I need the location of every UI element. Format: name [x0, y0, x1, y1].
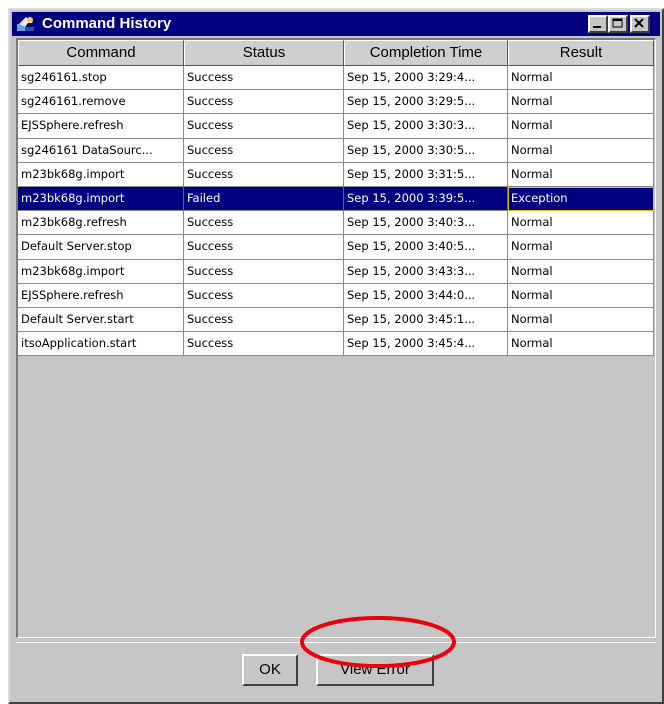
cell-completion-time: Sep 15, 2000 3:40:5... [344, 235, 508, 260]
cell-completion-time: Sep 15, 2000 3:40:3... [344, 211, 508, 236]
cell-command: itsoApplication.start [18, 332, 184, 357]
cell-status: Success [184, 307, 344, 333]
cell-command: sg246161 DataSourc... [18, 138, 184, 163]
cell-completion-time: Sep 15, 2000 3:45:1... [344, 307, 508, 333]
cell-completion-time: Sep 15, 2000 3:30:5... [344, 138, 508, 163]
cell-command: m23bk68g.import [18, 259, 184, 284]
cell-status: Success [184, 114, 344, 139]
button-bar: OK View Error [16, 642, 656, 698]
cell-command: EJSSphere.refresh [18, 283, 184, 308]
table-row[interactable]: sg246161.remove Success Sep 15, 2000 3:29:… [18, 90, 654, 115]
table-row[interactable]: m23bk68g.import Success Sep 15, 2000 3:43:… [18, 259, 654, 284]
cell-status: Success [184, 283, 344, 308]
cell-completion-time: Sep 15, 2000 3:29:5... [344, 90, 508, 115]
table-row[interactable]: Default Server.stop Success Sep 15, 2000 3… [18, 235, 654, 260]
column-header-status[interactable]: Status [184, 40, 344, 66]
cell-command: EJSSphere.refresh [18, 114, 184, 139]
cell-result: Normal [508, 235, 654, 260]
app-icon [16, 15, 36, 33]
cell-status: Success [184, 90, 344, 115]
cell-status: Failed [184, 186, 344, 212]
title-bar[interactable]: Command History [12, 12, 660, 36]
cell-completion-time: Sep 15, 2000 3:39:5... [344, 186, 508, 212]
table-row[interactable]: Default Server.start Success Sep 15, 2000 … [18, 307, 654, 333]
cell-completion-time: Sep 15, 2000 3:43:3... [344, 259, 508, 284]
cell-result: Normal [508, 90, 654, 115]
cell-result: Normal [508, 211, 654, 236]
cell-result: Exception [508, 186, 654, 212]
table-header: Command Status Completion Time Result [18, 40, 654, 66]
table-row[interactable]: m23bk68g.import Success Sep 15, 2000 3:31:… [18, 162, 654, 187]
column-header-command[interactable]: Command [18, 40, 184, 66]
cell-command: sg246161.stop [18, 66, 184, 91]
cell-command: Default Server.start [18, 307, 184, 333]
table-body: sg246161.stop Success Sep 15, 2000 3:29:4.… [18, 66, 654, 357]
cell-result: Normal [508, 332, 654, 357]
cell-status: Success [184, 211, 344, 236]
cell-status: Success [184, 235, 344, 260]
table-row[interactable]: sg246161.stop Success Sep 15, 2000 3:29:4.… [18, 66, 654, 91]
cell-command: m23bk68g.refresh [18, 211, 184, 236]
cell-completion-time: Sep 15, 2000 3:29:4... [344, 66, 508, 91]
table-row[interactable]: EJSSphere.refresh Success Sep 15, 2000 3:4… [18, 283, 654, 308]
cell-command: sg246161.remove [18, 90, 184, 115]
cell-status: Success [184, 259, 344, 284]
cell-result: Normal [508, 114, 654, 139]
column-header-result[interactable]: Result [508, 40, 654, 66]
command-history-window: Command History Command Status Completio… [8, 8, 664, 704]
cell-result: Normal [508, 307, 654, 333]
cell-status: Success [184, 332, 344, 357]
cell-status: Success [184, 66, 344, 91]
cell-result: Normal [508, 259, 654, 284]
cell-command: m23bk68g.import [18, 162, 184, 187]
cell-completion-time: Sep 15, 2000 3:45:4... [344, 332, 508, 357]
cell-completion-time: Sep 15, 2000 3:31:5... [344, 162, 508, 187]
view-error-button[interactable]: View Error [316, 654, 434, 686]
command-history-table: Command Status Completion Time Result sg… [16, 38, 656, 638]
cell-status: Success [184, 138, 344, 163]
cell-completion-time: Sep 15, 2000 3:30:3... [344, 114, 508, 139]
cell-command: Default Server.stop [18, 235, 184, 260]
cell-status: Success [184, 162, 344, 187]
window-title: Command History [42, 15, 172, 32]
table-row[interactable]: sg246161 DataSourc... Success Sep 15, 2000… [18, 138, 654, 163]
table-row[interactable]: itsoApplication.start Success Sep 15, 2000… [18, 332, 654, 357]
cell-result: Normal [508, 66, 654, 91]
table-row[interactable]: m23bk68g.refresh Success Sep 15, 2000 3:40… [18, 211, 654, 236]
table-row[interactable]: m23bk68g.import Failed Sep 15, 2000 3:39:5… [18, 186, 654, 212]
minimize-button[interactable] [588, 15, 608, 33]
cell-command: m23bk68g.import [18, 186, 184, 212]
close-button[interactable] [630, 15, 650, 33]
maximize-button[interactable] [608, 15, 628, 33]
ok-button[interactable]: OK [242, 654, 298, 686]
cell-completion-time: Sep 15, 2000 3:44:0... [344, 283, 508, 308]
column-header-completion-time[interactable]: Completion Time [344, 40, 508, 66]
cell-result: Normal [508, 138, 654, 163]
cell-result: Normal [508, 162, 654, 187]
cell-result: Normal [508, 283, 654, 308]
table-row[interactable]: EJSSphere.refresh Success Sep 15, 2000 3:3… [18, 114, 654, 139]
